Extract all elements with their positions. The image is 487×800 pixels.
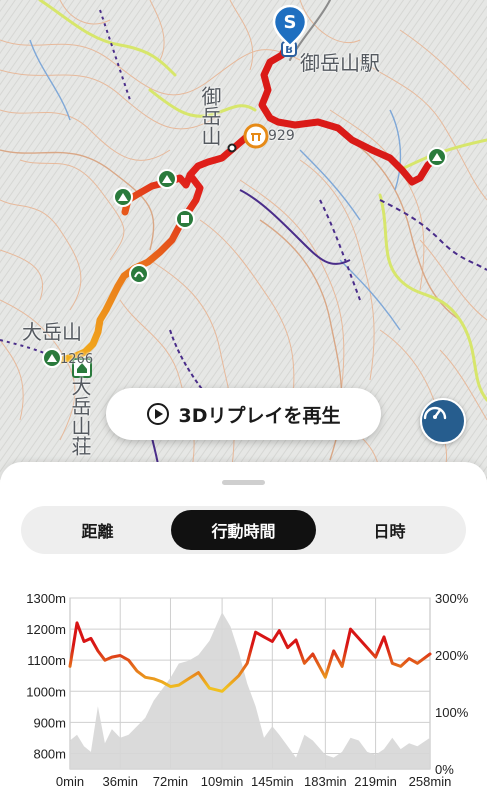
tab-datetime[interactable]: 日時	[317, 510, 462, 550]
waypoint-peak-icon[interactable]	[42, 348, 62, 368]
tab-activity-time[interactable]: 行動時間	[171, 510, 316, 550]
waypoint-peak-icon[interactable]	[157, 169, 177, 189]
elevation-label-929: 929	[268, 128, 295, 144]
y-right-tick-label: 0%	[435, 762, 454, 777]
topo-map[interactable]: B S 御岳山駅 御岳山 929 大岳山 1266 大岳山荘 3Dリプレイを再生	[0, 0, 487, 480]
shrine-icon[interactable]	[243, 123, 269, 149]
3d-replay-label: 3Dリプレイを再生	[178, 404, 341, 427]
3d-replay-button[interactable]: 3Dリプレイを再生	[106, 388, 381, 440]
x-tick-label: 183min	[304, 774, 347, 789]
hut-label: 大岳山荘	[68, 376, 92, 456]
tab-distance[interactable]: 距離	[25, 510, 170, 550]
waypoint-peak-icon[interactable]	[427, 147, 447, 167]
y-left-tick-label: 900m	[33, 715, 66, 730]
mountain-label: 御岳山	[198, 86, 222, 146]
play-icon	[146, 403, 169, 425]
x-tick-label: 36min	[103, 774, 138, 789]
y-left-tick-label: 1200m	[26, 622, 66, 637]
waypoint-spring-icon[interactable]	[129, 264, 149, 284]
y-right-tick-label: 100%	[435, 705, 469, 720]
speedometer-icon	[423, 406, 447, 420]
speed-button[interactable]	[420, 398, 466, 444]
elevation-label-1266: 1266	[60, 352, 94, 367]
waypoint-toilet-icon[interactable]	[175, 209, 195, 229]
x-tick-label: 109min	[201, 774, 244, 789]
y-left-tick-label: 1100m	[27, 653, 66, 668]
start-marker-label: S	[284, 12, 297, 33]
x-tick-label: 145min	[251, 774, 294, 789]
x-tick-label: 72min	[153, 774, 188, 789]
x-axis-mode-selector: 距離 行動時間 日時	[21, 506, 466, 554]
y-right-tick-label: 200%	[435, 648, 469, 663]
elevation-pace-chart[interactable]: 0min 36min 72min 109min 145min 183min 219min 25…	[0, 580, 487, 800]
y-left-tick-label: 1000m	[26, 684, 66, 699]
y-left-tick-label: 1300m	[26, 591, 66, 606]
x-tick-label: 219min	[354, 774, 397, 789]
station-label: 御岳山駅	[300, 51, 380, 75]
y-right-tick-label: 300%	[435, 591, 469, 606]
peak-label: 大岳山	[22, 320, 82, 344]
x-tick-label: 0min	[56, 774, 84, 789]
y-left-tick-label: 800m	[33, 746, 66, 761]
sheet-drag-handle[interactable]	[222, 480, 265, 485]
waypoint-peak-icon[interactable]	[113, 187, 133, 207]
route-node	[227, 143, 237, 153]
